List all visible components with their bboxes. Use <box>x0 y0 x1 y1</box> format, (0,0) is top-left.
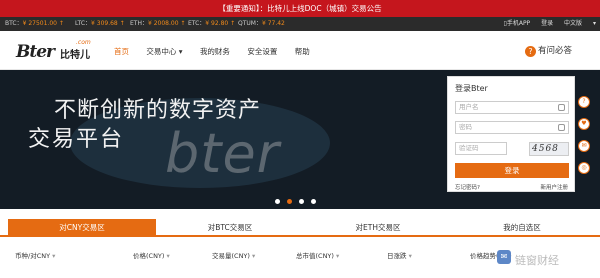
logo-com: .com <box>76 39 91 46</box>
ticker-ltc: LTC：¥ 309.68 ↑ <box>75 20 125 27</box>
captcha-image[interactable]: 4568 <box>529 142 569 156</box>
password-field[interactable]: 密码 <box>455 121 569 134</box>
carousel-dot[interactable] <box>275 199 280 204</box>
bter-logo[interactable]: Bter 比特儿 .com <box>16 39 98 64</box>
captcha-field[interactable]: 验证码 <box>455 142 507 155</box>
tab-favorites[interactable]: 我的自选区 <box>452 219 592 237</box>
register-link[interactable]: 新用户注册 <box>540 183 568 191</box>
more-dropdown[interactable]: ▾ <box>593 20 596 27</box>
nav-home[interactable]: 首页 <box>114 46 129 57</box>
watermark: 链窗财经 <box>515 254 559 267</box>
side-target-icon[interactable]: ◎ <box>578 162 590 174</box>
carousel-dot[interactable] <box>299 199 304 204</box>
logo-mark: Bter <box>16 42 55 62</box>
col-coin[interactable]: 币种/对CNY <box>15 250 55 260</box>
ticker-etc: ETC：¥ 92.80 ↑ <box>188 20 236 27</box>
chat-icon[interactable]: ✉ <box>497 250 511 264</box>
market-tabs: 对CNY交易区 对BTC交易区 对ETH交易区 我的自选区 <box>0 219 600 237</box>
ticker-qtum: QTUM：¥ 77.42 <box>238 20 285 27</box>
carousel-dots <box>275 198 323 206</box>
ticker-btc: BTC：¥ 27501.00 ↑ <box>5 20 64 27</box>
lock-icon <box>558 124 565 131</box>
carousel-dot-active[interactable] <box>287 199 292 204</box>
side-heart-icon[interactable]: ♥ <box>578 118 590 130</box>
login-button[interactable]: 登录 <box>455 163 569 178</box>
faq-label: 有问必答 <box>537 46 572 56</box>
logo-cn: 比特儿 <box>60 50 90 61</box>
banner-slogan-2: 交易平台 <box>28 127 125 152</box>
nav-security[interactable]: 安全设置 <box>247 46 277 57</box>
ticker-eth: ETH：¥ 2008.00 ↑ <box>130 20 186 27</box>
login-panel: 登录Bter 用户名 密码 验证码 4568 登录 忘记密码? 新用户注册 <box>447 76 575 192</box>
col-daily-change[interactable]: 日涨跌 <box>387 250 412 260</box>
mobile-app-link[interactable]: ▯手机APP <box>504 20 531 27</box>
question-icon: ? <box>524 46 536 57</box>
price-ticker: BTC：¥ 27501.00 ↑ LTC：¥ 309.68 ↑ ETH：¥ 20… <box>0 17 600 31</box>
top-login-link[interactable]: 登录 <box>541 20 553 27</box>
nav-help[interactable]: 帮助 <box>295 46 310 57</box>
notice-bar[interactable]: 【重要通知】：比特儿上线DOC（城镇）交易公告 <box>0 0 600 17</box>
banner-brand-word: bter <box>165 122 280 185</box>
user-icon <box>558 104 565 111</box>
tab-eth[interactable]: 对ETH交易区 <box>304 219 452 237</box>
col-market-cap[interactable]: 总市值(CNY) <box>296 250 339 260</box>
col-price[interactable]: 价格(CNY) <box>133 250 170 260</box>
faq-link[interactable]: ? 有问必答 <box>524 44 572 57</box>
main-navbar: Bter 比特儿 .com 首页 交易中心 ▾ 我的财务 安全设置 帮助 ? 有问… <box>0 31 600 70</box>
side-help-icon[interactable]: ? <box>578 96 590 108</box>
col-volume[interactable]: 交易量(CNY) <box>212 250 255 260</box>
carousel-dot[interactable] <box>311 199 316 204</box>
username-field[interactable]: 用户名 <box>455 101 569 114</box>
forgot-password-link[interactable]: 忘记密码? <box>455 183 480 191</box>
nav-my-finance[interactable]: 我的财务 <box>200 46 230 57</box>
side-mail-icon[interactable]: ✉ <box>578 140 590 152</box>
tab-cny[interactable]: 对CNY交易区 <box>8 219 156 237</box>
nav-trade-center[interactable]: 交易中心 ▾ <box>146 46 182 57</box>
login-title: 登录Bter <box>455 84 488 93</box>
language-select[interactable]: 中文版 <box>564 20 582 27</box>
tab-btc[interactable]: 对BTC交易区 <box>156 219 304 237</box>
banner-slogan-1: 不断创新的数字资产 <box>54 98 262 123</box>
